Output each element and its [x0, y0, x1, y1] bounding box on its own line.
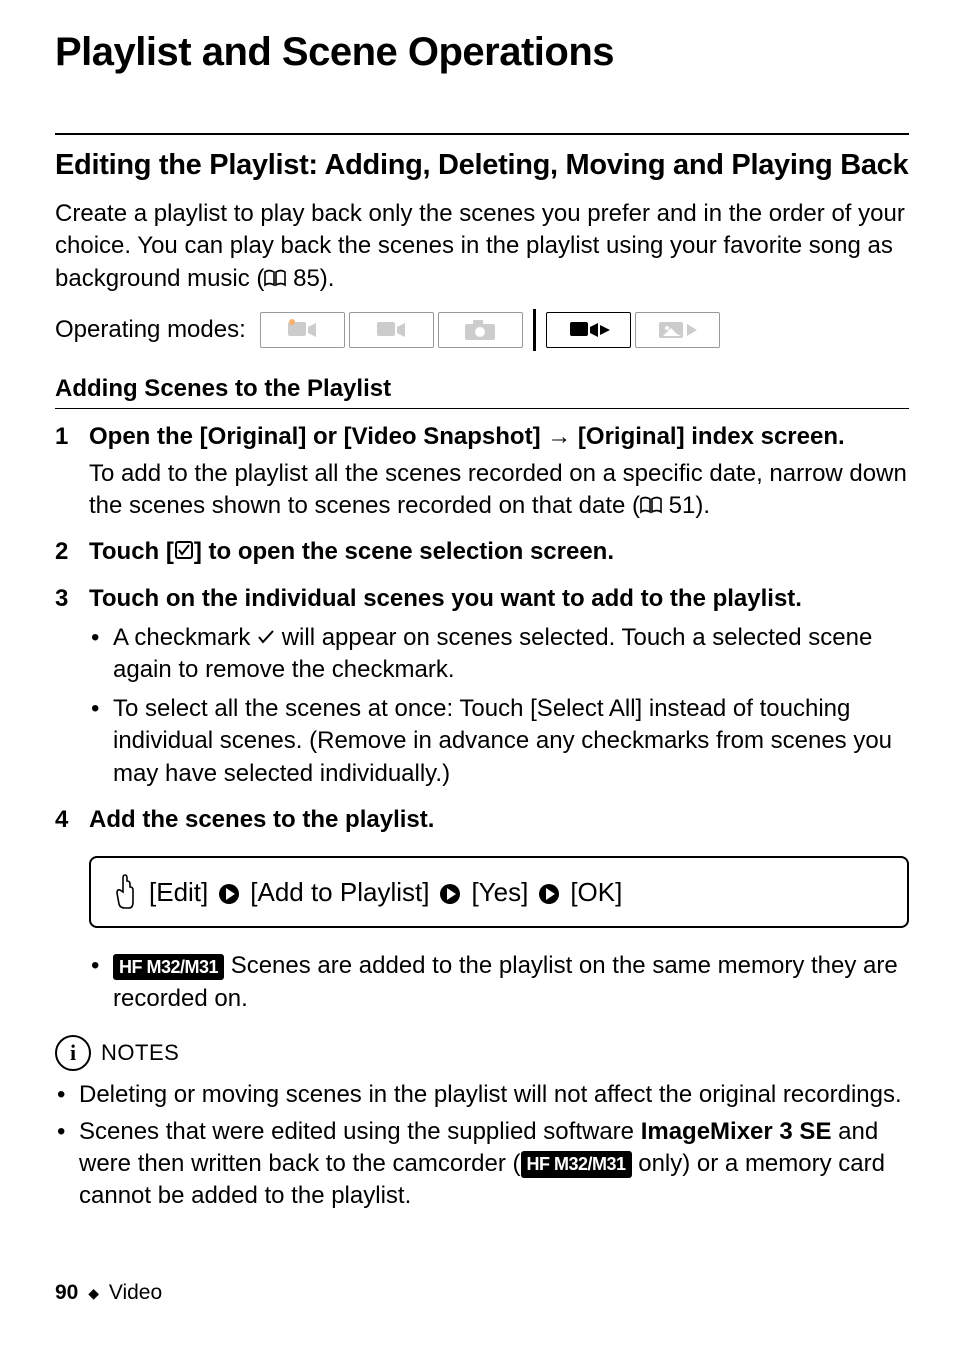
step-3: Touch on the individual scenes you want … — [55, 583, 909, 790]
mode-photo-playback-icon — [635, 312, 720, 348]
proc-arrow-icon — [439, 877, 461, 908]
step1-body-a: To add to the playlist all the scenes re… — [89, 460, 907, 519]
sub-heading: Adding Scenes to the Playlist — [55, 375, 909, 409]
step-4: Add the scenes to the playlist. — [55, 804, 909, 836]
notes-heading: i NOTES — [55, 1035, 909, 1071]
intro-text-a: Create a playlist to play back only the … — [55, 200, 905, 292]
proc-step-4: [OK] — [570, 877, 622, 908]
page-title: Playlist and Scene Operations — [55, 30, 909, 75]
step1-body-ref: 51). — [662, 492, 710, 519]
mode-movie-record-icon — [349, 312, 434, 348]
proc-arrow-icon — [538, 877, 560, 908]
select-icon — [174, 537, 194, 569]
step3-head: Touch on the individual scenes you want … — [89, 585, 802, 612]
step3-b1-a: A checkmark — [113, 624, 257, 651]
section-title: Editing the Playlist: Adding, Deleting, … — [55, 149, 909, 182]
procedure-box: [Edit] [Add to Playlist] [Yes] [OK] — [89, 856, 909, 928]
note-2: Scenes that were edited using the suppli… — [55, 1116, 909, 1213]
step2-head-b: ] to open the scene selection screen. — [194, 538, 614, 565]
page-number: 90 — [55, 1281, 78, 1304]
info-icon: i — [55, 1035, 91, 1071]
step-2: Touch [ ] to open the scene selection scr… — [55, 536, 909, 569]
checkmark-icon — [257, 622, 275, 654]
step4-head: Add the scenes to the playlist. — [89, 806, 434, 833]
operating-modes-label: Operating modes: — [55, 316, 246, 344]
steps-list: Open the [Original] or [Video Snapshot] … — [55, 421, 909, 836]
proc-step-3: [Yes] — [471, 877, 528, 908]
mode-separator — [533, 309, 536, 351]
mode-auto-record-icon — [260, 312, 345, 348]
mode-photo-record-icon — [438, 312, 523, 348]
step1-head-b: [Original] index screen. — [571, 423, 844, 450]
touch-icon — [109, 872, 139, 912]
step1-head-a: Open the [Original] or [Video Snapshot] — [89, 423, 547, 450]
mode-movie-playback-icon — [546, 312, 631, 348]
step3-bullet-1: A checkmark will appear on scenes select… — [89, 622, 909, 687]
model-badge: HF M32/M31 — [113, 954, 224, 980]
footer-separator: ◆ — [88, 1285, 99, 1301]
proc-step-1: [Edit] — [149, 877, 208, 908]
manual-ref-icon — [264, 265, 286, 295]
proc-arrow-icon — [218, 877, 240, 908]
note2-a: Scenes that were edited using the suppli… — [79, 1118, 641, 1145]
notes-label: NOTES — [101, 1040, 179, 1066]
footer-section: Video — [109, 1281, 162, 1304]
step-1: Open the [Original] or [Video Snapshot] … — [55, 421, 909, 522]
step3-bullet-2: To select all the scenes at once: Touch … — [89, 693, 909, 790]
section-rule — [55, 133, 909, 135]
manual-ref-icon — [640, 492, 662, 522]
note-1: Deleting or moving scenes in the playlis… — [55, 1079, 909, 1111]
operating-modes-row: Operating modes: — [55, 309, 909, 351]
intro-text-b: 85). — [286, 265, 334, 292]
notes-list: Deleting or moving scenes in the playlis… — [55, 1079, 909, 1213]
step2-head-a: Touch [ — [89, 538, 174, 565]
page-footer: 90 ◆ Video — [55, 1281, 162, 1305]
step4-note-list: HF M32/M31 Scenes are added to the playl… — [89, 950, 909, 1015]
proc-step-2: [Add to Playlist] — [250, 877, 429, 908]
intro-paragraph: Create a playlist to play back only the … — [55, 198, 909, 295]
model-badge: HF M32/M31 — [521, 1151, 632, 1177]
step3-bullets: A checkmark will appear on scenes select… — [89, 622, 909, 790]
step4-note: HF M32/M31 Scenes are added to the playl… — [89, 950, 909, 1015]
note2-software: ImageMixer 3 SE — [641, 1118, 832, 1145]
step4-note-text: Scenes are added to the playlist on the … — [113, 952, 898, 1011]
